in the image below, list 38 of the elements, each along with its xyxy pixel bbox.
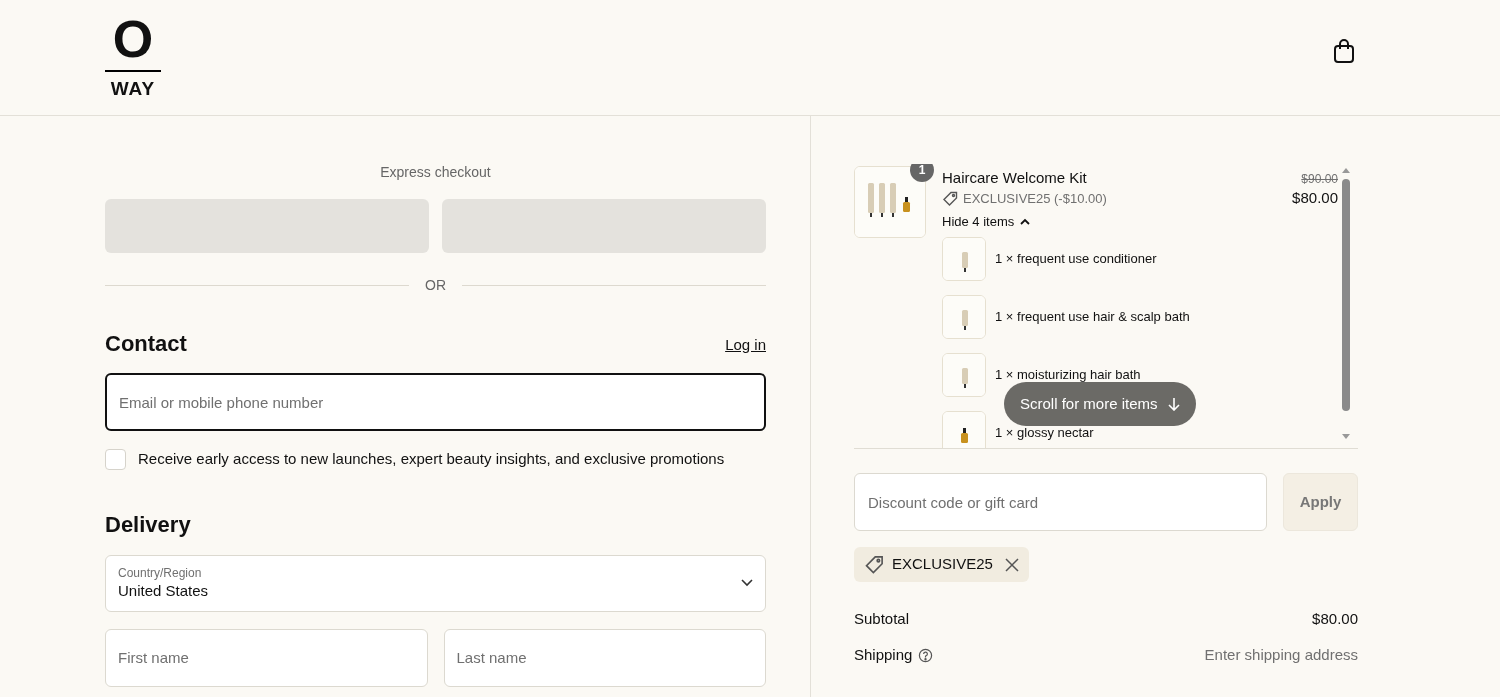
shopping-bag-icon[interactable] [1332, 38, 1356, 64]
product-name: Haircare Welcome Kit [942, 168, 1088, 188]
quantity-badge: 1 [910, 164, 934, 182]
first-name-field[interactable]: First name [105, 628, 428, 687]
close-icon[interactable] [1004, 557, 1019, 572]
summary-value: $80.00 [1312, 608, 1358, 629]
checkbox[interactable] [105, 448, 126, 470]
help-icon[interactable] [918, 647, 934, 663]
product-price: $80.00 [1292, 188, 1338, 208]
scroll-hint-button[interactable]: Scroll for more items [1004, 382, 1196, 426]
chevron-up-icon [1020, 217, 1031, 225]
apply-button[interactable]: Apply [1283, 473, 1358, 531]
login-link[interactable]: Log in [725, 333, 766, 356]
tag-icon [942, 190, 958, 207]
summary-value: Enter shipping address [1204, 644, 1358, 665]
country-select[interactable]: Country/Region United States [105, 554, 766, 612]
summary-label: Shipping [854, 644, 913, 665]
last-name-field[interactable]: Last name [443, 628, 766, 687]
or-separator: OR [425, 276, 446, 295]
chevron-down-icon [741, 579, 753, 587]
arrow-down-icon [1167, 397, 1180, 411]
discount-label: EXCLUSIVE25 (-$10.00) [963, 190, 1107, 208]
original-price: $90.00 [1301, 171, 1338, 188]
email-field[interactable]: Email or mobile phone number [105, 373, 766, 431]
bundle-item-label: 1 × moisturizing hair bath [995, 366, 1141, 385]
bundle-item-label: 1 × frequent use hair & scalp bath [995, 308, 1190, 327]
summary-label: Subtotal [854, 608, 910, 629]
hide-items-toggle[interactable]: Hide 4 items [942, 211, 1031, 231]
bundle-item-label: 1 × frequent use conditioner [995, 250, 1157, 269]
contact-heading: Contact [105, 330, 187, 358]
logo[interactable]: O WAY [105, 14, 161, 100]
discount-field[interactable]: Discount code or gift card [854, 473, 1267, 531]
discount-code-label: EXCLUSIVE25 [892, 554, 993, 575]
checkbox-label: Receive early access to new launches, expert beauty insights, and exclusive promotions [138, 449, 725, 469]
express-checkout-title: Express checkout [379, 163, 492, 182]
bundle-item-label: 1 × glossy nectar [995, 424, 1094, 443]
delivery-heading: Delivery [105, 510, 192, 539]
tag-icon [864, 554, 884, 575]
